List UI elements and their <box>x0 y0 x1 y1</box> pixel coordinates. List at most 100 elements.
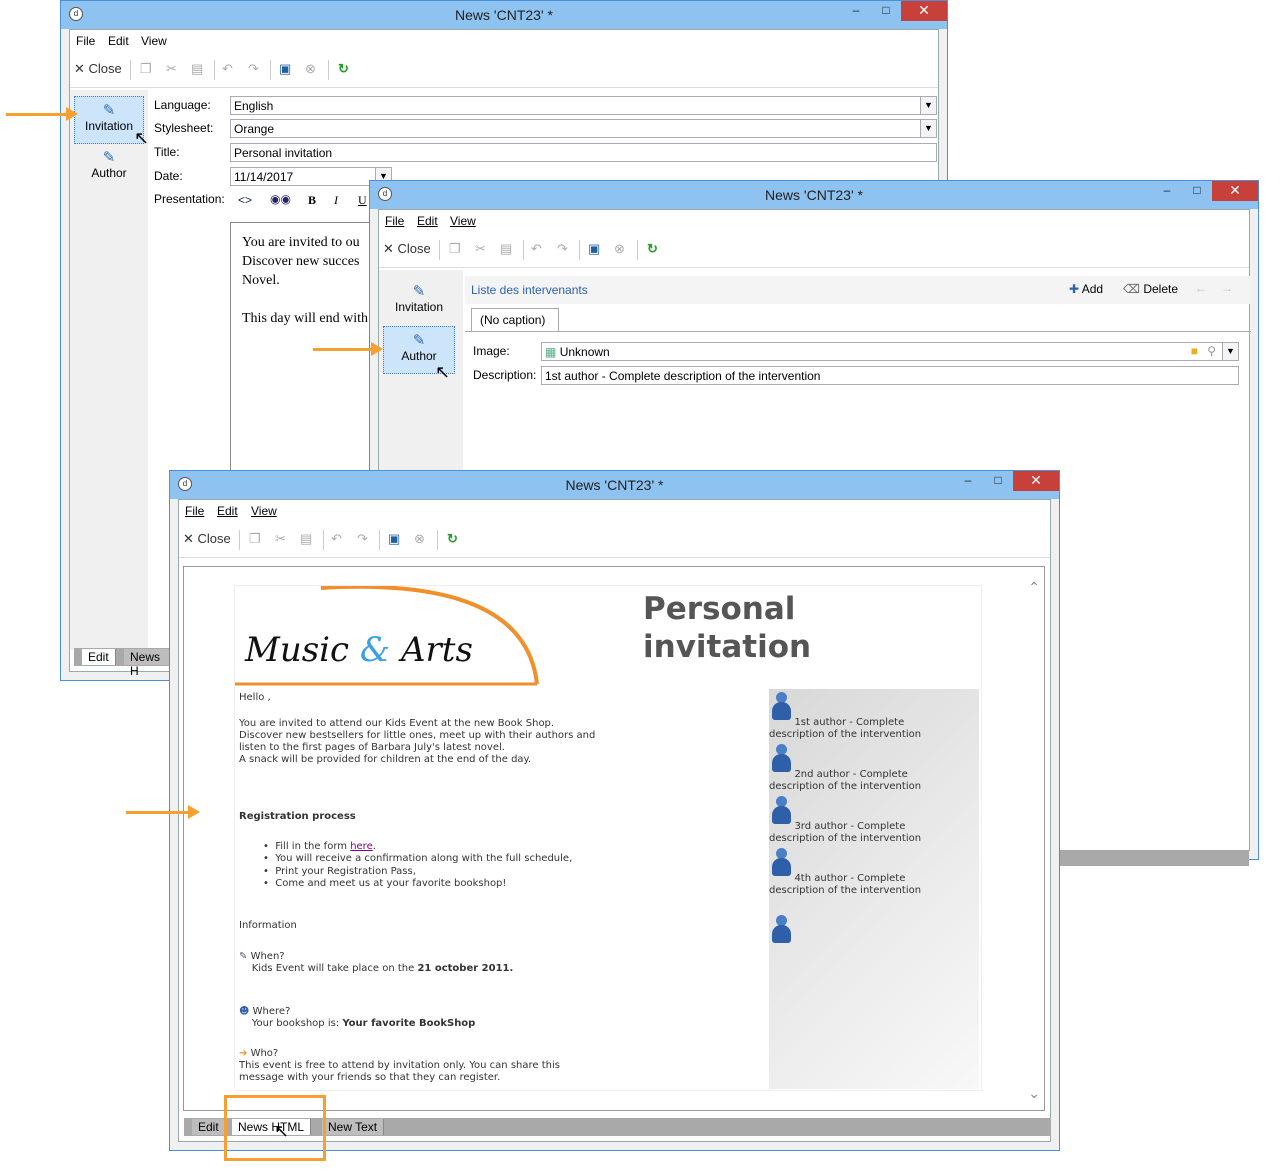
menu-edit[interactable]: Edit <box>108 34 129 48</box>
save-icon[interactable]: ▣ <box>279 61 291 77</box>
authors-column: 1st author - Complete description of the … <box>769 689 979 1089</box>
bold-button[interactable]: B <box>308 193 316 208</box>
chevron-down-icon[interactable]: ▼ <box>920 97 936 114</box>
when-date: 21 october 2011. <box>417 963 514 974</box>
tab-edit[interactable]: Edit <box>192 1119 226 1135</box>
delete-button[interactable]: ⌫ Delete <box>1123 282 1178 296</box>
trash-icon: ⌫ <box>1123 282 1140 296</box>
separator <box>439 240 440 260</box>
close-button[interactable]: ✕ Close <box>183 531 231 547</box>
form-link[interactable]: here <box>350 841 373 852</box>
toolbar: ✕ Close ❐ ✂ ▤ ↶ ↷ ▣ ⊗ ↻ <box>179 522 1050 558</box>
separator <box>637 240 638 260</box>
titlebar[interactable]: d News 'CNT23' * – □ ✕ <box>170 471 1059 499</box>
paste-icon[interactable]: ▤ <box>500 241 512 257</box>
menu-file[interactable]: File <box>76 34 95 48</box>
separator <box>270 60 271 80</box>
stylesheet-select[interactable]: Orange ▼ <box>230 119 937 138</box>
minimize-button[interactable]: – <box>841 1 871 21</box>
tab-news-html[interactable]: News H <box>124 649 174 678</box>
menu-edit[interactable]: Edit <box>417 214 438 228</box>
author-item: 2nd author - Complete description of the … <box>769 769 979 793</box>
maximize-button[interactable]: □ <box>871 1 901 21</box>
redo-icon[interactable]: ↷ <box>557 241 568 257</box>
logo-text: Music <box>245 630 350 670</box>
close-window-button[interactable]: ✕ <box>1212 181 1258 201</box>
search-icon[interactable]: ⚲ <box>1207 344 1216 358</box>
save-icon[interactable]: ▣ <box>388 531 400 547</box>
menu-view[interactable]: View <box>141 34 167 48</box>
minimize-button[interactable]: – <box>1152 181 1182 201</box>
add-label: Add <box>1081 282 1104 296</box>
list-title: Liste des intervenants <box>471 283 588 297</box>
cancel-icon[interactable]: ⊗ <box>305 61 316 77</box>
language-select[interactable]: English ▼ <box>230 96 937 115</box>
paste-icon[interactable]: ▤ <box>191 61 203 77</box>
undo-icon[interactable]: ↶ <box>331 531 342 547</box>
scroll-down-icon[interactable]: ⌄ <box>1028 1085 1040 1102</box>
close-button[interactable]: ✕ Close <box>74 61 122 77</box>
chevron-down-icon[interactable]: ▼ <box>920 120 936 137</box>
when-block: ✎ When? Kids Event will take place on th… <box>239 951 513 975</box>
underline-button[interactable]: U <box>358 193 367 208</box>
menu-file[interactable]: File <box>385 214 404 228</box>
redo-icon[interactable]: ↷ <box>357 531 368 547</box>
refresh-icon[interactable]: ↻ <box>338 61 349 77</box>
undo-icon[interactable]: ↶ <box>531 241 542 257</box>
titlebar[interactable]: d News 'CNT23' * – □ ✕ <box>61 1 947 29</box>
save-icon[interactable]: ▣ <box>588 241 600 257</box>
copy-icon[interactable]: ❐ <box>249 531 261 547</box>
close-window-button[interactable]: ✕ <box>1013 471 1059 491</box>
image-select[interactable]: ▦ Unknown ▼ ■ ⚲ <box>541 342 1239 361</box>
tab-edit[interactable]: Edit <box>82 649 116 665</box>
binoculars-icon[interactable]: ◉◉ <box>270 192 291 206</box>
chevron-down-icon[interactable]: ▼ <box>1222 343 1238 360</box>
menu-file[interactable]: File <box>185 504 204 518</box>
scroll-up-icon[interactable]: ⌃ <box>1028 579 1040 596</box>
source-icon[interactable]: <> <box>238 193 252 207</box>
menu-view[interactable]: View <box>450 214 476 228</box>
nav-invitation[interactable]: ✎ Invitation <box>383 278 455 322</box>
mouse-cursor-icon: ↖ <box>435 362 451 382</box>
previous-icon[interactable]: ← <box>1195 281 1207 295</box>
italic-button[interactable]: I <box>334 193 338 208</box>
add-button[interactable]: ✚ Add <box>1069 282 1103 296</box>
minimize-button[interactable]: – <box>953 471 983 491</box>
tab-new-text[interactable]: New Text <box>322 1119 385 1135</box>
maximize-button[interactable]: □ <box>983 471 1013 491</box>
folder-icon[interactable]: ■ <box>1191 344 1198 358</box>
toolbar: ✕ Close ❐ ✂ ▤ ↶ ↷ ▣ ⊗ ↻ <box>379 232 1249 268</box>
cancel-icon[interactable]: ⊗ <box>414 531 425 547</box>
nav-label: Invitation <box>394 300 444 314</box>
undo-icon[interactable]: ↶ <box>222 61 233 77</box>
mouse-cursor-icon: ↖ <box>134 128 150 148</box>
cut-icon[interactable]: ✂ <box>475 241 486 257</box>
cancel-icon[interactable]: ⊗ <box>614 241 625 257</box>
paste-icon[interactable]: ▤ <box>300 531 312 547</box>
pen-icon: ✎ <box>102 149 116 166</box>
html-preview[interactable]: Music & Arts Personal invitation Hello ,… <box>183 566 1045 1111</box>
titlebar[interactable]: d News 'CNT23' * – □ ✕ <box>370 181 1258 209</box>
refresh-icon[interactable]: ↻ <box>647 241 658 257</box>
nav-author[interactable]: ✎ Author <box>74 148 144 188</box>
close-button[interactable]: ✕ Close <box>383 241 431 257</box>
menu-edit[interactable]: Edit <box>217 504 238 518</box>
copy-icon[interactable]: ❐ <box>140 61 152 77</box>
notepad-icon: ✎ <box>239 951 248 962</box>
close-window-button[interactable]: ✕ <box>901 1 947 21</box>
date-input[interactable]: 11/14/2017 ▼ <box>230 167 392 186</box>
nav-label: Author <box>401 349 437 363</box>
copy-icon[interactable]: ❐ <box>449 241 461 257</box>
tab-no-caption[interactable]: (No caption) <box>471 308 559 332</box>
cut-icon[interactable]: ✂ <box>166 61 177 77</box>
cut-icon[interactable]: ✂ <box>275 531 286 547</box>
description-input[interactable]: 1st author - Complete description of the… <box>541 366 1239 385</box>
menu-view[interactable]: View <box>251 504 277 518</box>
redo-icon[interactable]: ↷ <box>248 61 259 77</box>
maximize-button[interactable]: □ <box>1182 181 1212 201</box>
author-line: 3rd author - Complete <box>794 821 906 832</box>
window-title: News 'CNT23' * <box>765 187 863 203</box>
next-icon[interactable]: → <box>1221 281 1233 295</box>
title-input[interactable]: Personal invitation <box>230 143 937 162</box>
refresh-icon[interactable]: ↻ <box>447 531 458 547</box>
